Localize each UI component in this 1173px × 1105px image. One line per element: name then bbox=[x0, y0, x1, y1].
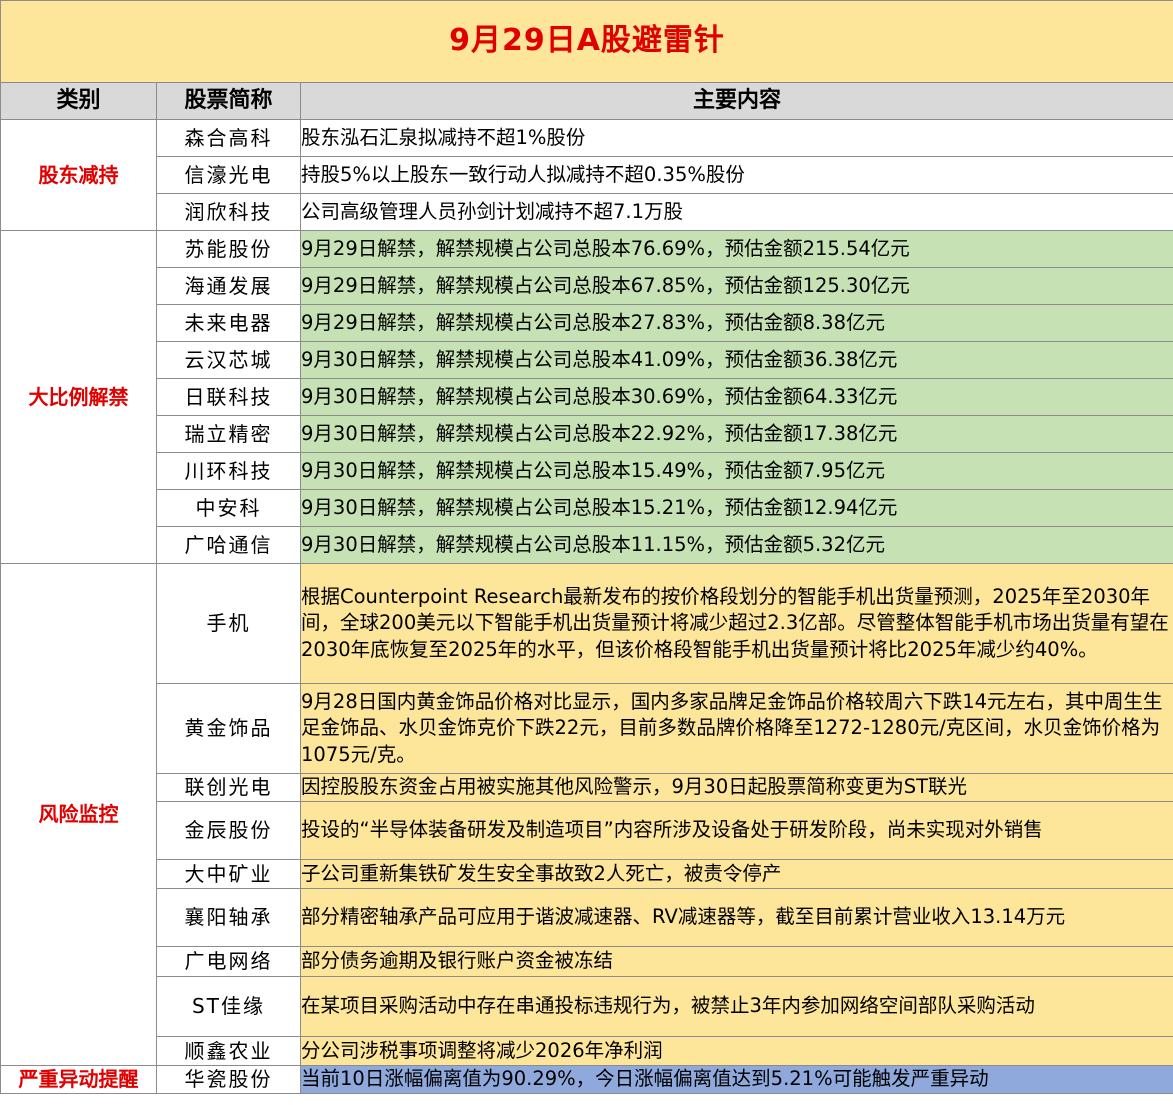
row-content: 公司高级管理人员孙剑计划减持不超7.1万股 bbox=[300, 193, 1173, 231]
table-row: 严重异动提醒 华瓷股份 当前10日涨幅偏离值为90.29%，今日涨幅偏离值达到5… bbox=[0, 1065, 1173, 1094]
table-row: 襄阳轴承 部分精密轴承产品可应用于谐波减速器、RV减速器等，截至目前累计营业收入… bbox=[1, 888, 1173, 947]
row-content: 部分精密轴承产品可应用于谐波减速器、RV减速器等，截至目前累计营业收入13.14… bbox=[300, 888, 1173, 947]
table-row: 黄金饰品 9月28日国内黄金饰品价格对比显示，国内多家品牌足金饰品价格较周六下跌… bbox=[1, 683, 1173, 774]
row-content: 在某项目采购活动中存在串通投标违规行为，被禁止3年内参加网络空间部队采购活动 bbox=[300, 976, 1173, 1037]
row-content: 9月30日解禁，解禁规模占公司总股本11.15%，预估金额5.32亿元 bbox=[300, 526, 1173, 564]
stock-name: 广哈通信 bbox=[156, 526, 301, 564]
stock-name: 瑞立精密 bbox=[156, 415, 301, 453]
row-content: 子公司重新集铁矿发生安全事故致2人死亡，被责令停产 bbox=[300, 859, 1173, 889]
stock-name: 中安科 bbox=[156, 489, 301, 527]
table-row: 海通发展 9月29日解禁，解禁规模占公司总股本67.85%，预估金额125.30… bbox=[1, 267, 1173, 305]
row-content: 9月28日国内黄金饰品价格对比显示，国内多家品牌足金饰品价格较周六下跌14元左右… bbox=[300, 683, 1173, 774]
table-row: 川环科技 9月30日解禁，解禁规模占公司总股本15.49%，预估金额7.95亿元 bbox=[1, 452, 1173, 490]
category-abnormal-alert: 严重异动提醒 bbox=[0, 1065, 157, 1094]
row-content: 9月29日解禁，解禁规模占公司总股本27.83%，预估金额8.38亿元 bbox=[300, 304, 1173, 342]
stock-alert-table: 9月29日A股避雷针 类别 股票简称 主要内容 股东减持 森合高科 股东泓石汇泉… bbox=[0, 0, 1173, 1094]
table-row: 未来电器 9月29日解禁，解禁规模占公司总股本27.83%，预估金额8.38亿元 bbox=[1, 304, 1173, 342]
header-category: 类别 bbox=[0, 82, 157, 120]
row-content: 9月29日解禁，解禁规模占公司总股本67.85%，预估金额125.30亿元 bbox=[300, 267, 1173, 305]
table-row: ST佳缘 在某项目采购活动中存在串通投标违规行为，被禁止3年内参加网络空间部队采… bbox=[1, 976, 1173, 1037]
table-row: 广哈通信 9月30日解禁，解禁规模占公司总股本11.15%，预估金额5.32亿元 bbox=[1, 526, 1173, 564]
header-content: 主要内容 bbox=[300, 82, 1173, 120]
row-content: 分公司涉税事项调整将减少2026年净利润 bbox=[300, 1036, 1173, 1066]
table-row: 中安科 9月30日解禁，解禁规模占公司总股本15.21%，预估金额12.94亿元 bbox=[1, 489, 1173, 527]
row-content: 部分债务逾期及银行账户资金被冻结 bbox=[300, 946, 1173, 977]
table-row: 信濠光电 持股5%以上股东一致行动人拟减持不超0.35%股份 bbox=[1, 156, 1173, 194]
row-content: 9月30日解禁，解禁规模占公司总股本15.21%，预估金额12.94亿元 bbox=[300, 489, 1173, 527]
table-row: 大中矿业 子公司重新集铁矿发生安全事故致2人死亡，被责令停产 bbox=[1, 859, 1173, 889]
row-content: 股东泓石汇泉拟减持不超1%股份 bbox=[300, 119, 1173, 157]
stock-name: 黄金饰品 bbox=[156, 683, 301, 774]
stock-name: 大中矿业 bbox=[156, 859, 301, 889]
table-row: 润欣科技 公司高级管理人员孙剑计划减持不超7.1万股 bbox=[1, 193, 1173, 231]
row-content: 9月30日解禁，解禁规模占公司总股本30.69%，预估金额64.33亿元 bbox=[300, 378, 1173, 416]
category-risk-monitor: 风险监控 bbox=[0, 563, 157, 1066]
stock-name: ST佳缘 bbox=[156, 976, 301, 1037]
stock-name: 苏能股份 bbox=[156, 230, 301, 268]
stock-name: 川环科技 bbox=[156, 452, 301, 490]
table-row: 金辰股份 投设的“半导体装备研发及制造项目”内容所涉及设备处于研发阶段，尚未实现… bbox=[1, 801, 1173, 860]
row-content: 投设的“半导体装备研发及制造项目”内容所涉及设备处于研发阶段，尚未实现对外销售 bbox=[300, 801, 1173, 860]
row-content: 9月30日解禁，解禁规模占公司总股本15.49%，预估金额7.95亿元 bbox=[300, 452, 1173, 490]
row-content: 根据Counterpoint Research最新发布的按价格段划分的智能手机出… bbox=[300, 563, 1173, 684]
row-content: 因控股股东资金占用被实施其他风险警示，9月30日起股票简称变更为ST联光 bbox=[300, 773, 1173, 802]
stock-name: 襄阳轴承 bbox=[156, 888, 301, 947]
stock-name: 华瓷股份 bbox=[156, 1065, 301, 1094]
stock-name: 未来电器 bbox=[156, 304, 301, 342]
category-shareholder-reduction: 股东减持 bbox=[0, 119, 157, 231]
stock-name: 联创光电 bbox=[156, 773, 301, 802]
table-row: 广电网络 部分债务逾期及银行账户资金被冻结 bbox=[1, 946, 1173, 977]
stock-name: 手机 bbox=[156, 563, 301, 684]
row-content: 持股5%以上股东一致行动人拟减持不超0.35%股份 bbox=[300, 156, 1173, 194]
stock-name: 森合高科 bbox=[156, 119, 301, 157]
stock-name: 润欣科技 bbox=[156, 193, 301, 231]
stock-name: 信濠光电 bbox=[156, 156, 301, 194]
table-row: 顺鑫农业 分公司涉税事项调整将减少2026年净利润 bbox=[1, 1036, 1173, 1066]
stock-name: 顺鑫农业 bbox=[156, 1036, 301, 1066]
stock-name: 云汉芯城 bbox=[156, 341, 301, 379]
stock-name: 日联科技 bbox=[156, 378, 301, 416]
stock-name: 金辰股份 bbox=[156, 801, 301, 860]
table-row: 大比例解禁 苏能股份 9月29日解禁，解禁规模占公司总股本76.69%，预估金额… bbox=[0, 230, 1173, 564]
row-content: 9月30日解禁，解禁规模占公司总股本41.09%，预估金额36.38亿元 bbox=[300, 341, 1173, 379]
table-row: 云汉芯城 9月30日解禁，解禁规模占公司总股本41.09%，预估金额36.38亿… bbox=[1, 341, 1173, 379]
category-large-unlock: 大比例解禁 bbox=[0, 230, 157, 564]
header-stock: 股票简称 bbox=[156, 82, 301, 120]
table-row: 联创光电 因控股股东资金占用被实施其他风险警示，9月30日起股票简称变更为ST联… bbox=[1, 773, 1173, 802]
table-row: 日联科技 9月30日解禁，解禁规模占公司总股本30.69%，预估金额64.33亿… bbox=[1, 378, 1173, 416]
table-row: 风险监控 手机 根据Counterpoint Research最新发布的按价格段… bbox=[0, 563, 1173, 1066]
stock-name: 广电网络 bbox=[156, 946, 301, 977]
table-row: 瑞立精密 9月30日解禁，解禁规模占公司总股本22.92%，预估金额17.38亿… bbox=[1, 415, 1173, 453]
row-content: 当前10日涨幅偏离值为90.29%，今日涨幅偏离值达到5.21%可能触发严重异动 bbox=[300, 1065, 1173, 1094]
row-content: 9月29日解禁，解禁规模占公司总股本76.69%，预估金额215.54亿元 bbox=[300, 230, 1173, 268]
table-row: 股东减持 森合高科 股东泓石汇泉拟减持不超1%股份 bbox=[0, 119, 1173, 231]
row-content: 9月30日解禁，解禁规模占公司总股本22.92%，预估金额17.38亿元 bbox=[300, 415, 1173, 453]
stock-name: 海通发展 bbox=[156, 267, 301, 305]
page-title: 9月29日A股避雷针 bbox=[0, 0, 1173, 83]
